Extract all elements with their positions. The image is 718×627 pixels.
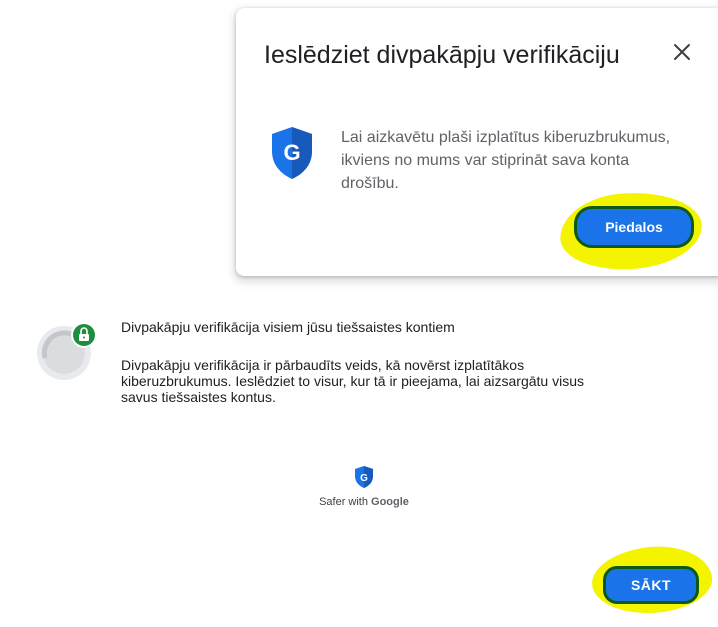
close-icon[interactable] <box>672 42 692 62</box>
popup-body: Lai aizkavētu plaši izplatītus kiberuzbr… <box>341 129 671 192</box>
section-title: Divpakāpju verifikācija visiem jūsu tieš… <box>121 319 455 335</box>
svg-text:G: G <box>360 473 368 484</box>
google-shield-icon: G <box>272 127 312 179</box>
join-button[interactable]: Piedalos <box>574 206 694 248</box>
safer-prefix: Safer with <box>319 496 372 508</box>
start-button[interactable]: SĀKT <box>603 566 699 604</box>
popup-title: Ieslēdziet divpakāpju verifikāciju <box>264 41 620 69</box>
lock-avatar-icon <box>37 322 97 380</box>
google-wordmark: Google <box>371 496 409 508</box>
section-description: Divpakāpju verifikācija ir pārbaudīts ve… <box>121 357 584 405</box>
svg-text:G: G <box>283 140 300 165</box>
google-shield-icon: G <box>355 466 373 488</box>
safer-with-google-label: Safer with Google <box>300 496 428 508</box>
